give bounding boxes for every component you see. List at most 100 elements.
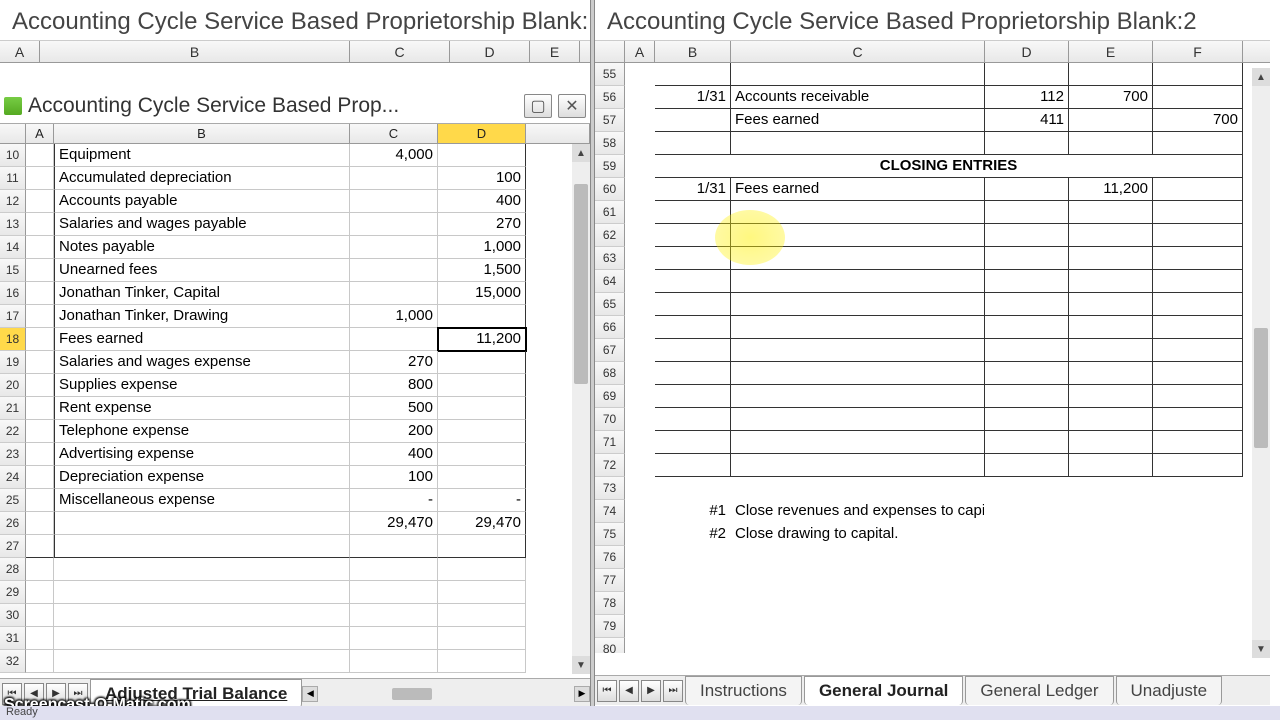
cell[interactable] <box>26 397 54 420</box>
cell[interactable] <box>655 270 731 293</box>
row-header[interactable]: 62 <box>595 224 625 247</box>
cell[interactable] <box>731 615 985 638</box>
cell[interactable] <box>985 523 1069 546</box>
cell[interactable] <box>655 362 731 385</box>
rcol-F[interactable]: F <box>1153 41 1243 62</box>
cell[interactable] <box>985 316 1069 339</box>
cell[interactable] <box>655 546 731 569</box>
row-header[interactable]: 23 <box>0 443 26 466</box>
cell[interactable] <box>26 627 54 650</box>
cell[interactable] <box>1153 339 1243 362</box>
cell[interactable]: Unearned fees <box>54 259 350 282</box>
cell[interactable]: Rent expense <box>54 397 350 420</box>
cell[interactable] <box>26 167 54 190</box>
row-header[interactable]: 65 <box>595 293 625 316</box>
cell[interactable]: 11,200 <box>438 328 526 351</box>
cell[interactable] <box>1069 201 1153 224</box>
cell[interactable] <box>625 155 655 178</box>
cell[interactable] <box>1069 385 1153 408</box>
cell[interactable] <box>655 592 731 615</box>
cell[interactable] <box>985 569 1069 592</box>
row-header[interactable]: 63 <box>595 247 625 270</box>
cell[interactable] <box>985 178 1069 201</box>
cell[interactable] <box>54 558 350 581</box>
hscroll-left-icon[interactable]: ◀ <box>302 686 318 702</box>
cell[interactable] <box>26 489 54 512</box>
cell[interactable] <box>26 512 54 535</box>
cell[interactable] <box>625 132 655 155</box>
cell[interactable] <box>350 535 438 558</box>
cell[interactable] <box>26 282 54 305</box>
cell[interactable] <box>625 523 655 546</box>
cell[interactable] <box>985 63 1069 86</box>
cell[interactable]: Fees earned <box>731 109 985 132</box>
cell[interactable] <box>625 454 655 477</box>
cell[interactable] <box>625 316 655 339</box>
cell[interactable] <box>350 236 438 259</box>
rtab-nav-last-icon[interactable]: ⏭ <box>663 680 683 702</box>
cell[interactable] <box>350 627 438 650</box>
row-header[interactable]: 74 <box>595 500 625 523</box>
row-header[interactable]: 71 <box>595 431 625 454</box>
cell[interactable] <box>438 420 526 443</box>
cell[interactable] <box>625 63 655 86</box>
cell[interactable] <box>26 144 54 167</box>
cell[interactable] <box>438 535 526 558</box>
cell[interactable] <box>655 224 731 247</box>
cell[interactable] <box>350 604 438 627</box>
cell[interactable] <box>1153 86 1243 109</box>
cell[interactable] <box>1069 431 1153 454</box>
row-header[interactable]: 77 <box>595 569 625 592</box>
cell[interactable] <box>655 339 731 362</box>
cell[interactable] <box>350 650 438 673</box>
cell[interactable] <box>625 500 655 523</box>
row-header[interactable]: 75 <box>595 523 625 546</box>
row-header[interactable]: 22 <box>0 420 26 443</box>
row-header[interactable]: 32 <box>0 650 26 673</box>
cell[interactable] <box>26 443 54 466</box>
cell[interactable] <box>26 190 54 213</box>
cell[interactable] <box>26 604 54 627</box>
row-header[interactable]: 59 <box>595 155 625 178</box>
cell[interactable] <box>1069 615 1153 638</box>
cell[interactable] <box>625 224 655 247</box>
cell[interactable]: #1 <box>655 500 731 523</box>
cell[interactable] <box>625 569 655 592</box>
cell[interactable] <box>731 638 985 653</box>
cell[interactable] <box>1069 408 1153 431</box>
cell[interactable]: 15,000 <box>438 282 526 305</box>
row-header[interactable]: 69 <box>595 385 625 408</box>
rcol-C[interactable]: C <box>731 41 985 62</box>
cell[interactable]: 200 <box>350 420 438 443</box>
vscroll[interactable]: ▲ ▼ <box>572 144 590 674</box>
cell[interactable]: Salaries and wages expense <box>54 351 350 374</box>
r-vscroll-down-icon[interactable]: ▼ <box>1252 640 1270 658</box>
cell[interactable] <box>438 604 526 627</box>
row-header[interactable]: 61 <box>595 201 625 224</box>
cell[interactable]: 100 <box>350 466 438 489</box>
cell[interactable] <box>655 477 731 500</box>
cell[interactable] <box>1153 201 1243 224</box>
cell[interactable] <box>731 431 985 454</box>
cell[interactable] <box>731 546 985 569</box>
cell[interactable]: Equipment <box>54 144 350 167</box>
row-header[interactable]: 29 <box>0 581 26 604</box>
cell[interactable] <box>54 650 350 673</box>
cell[interactable] <box>1069 132 1153 155</box>
cell[interactable] <box>985 339 1069 362</box>
cell[interactable] <box>1069 362 1153 385</box>
sheet-tab[interactable]: Instructions <box>685 676 802 705</box>
cell[interactable]: 500 <box>350 397 438 420</box>
row-header[interactable]: 73 <box>595 477 625 500</box>
cell[interactable]: Advertising expense <box>54 443 350 466</box>
rtab-nav-prev-icon[interactable]: ◀ <box>619 680 639 702</box>
cell[interactable] <box>625 247 655 270</box>
cell[interactable] <box>731 224 985 247</box>
row-header[interactable]: 72 <box>595 454 625 477</box>
cell[interactable]: Telephone expense <box>54 420 350 443</box>
cell[interactable] <box>26 535 54 558</box>
sheet-tab[interactable]: Unadjuste <box>1116 676 1223 705</box>
cell[interactable] <box>731 293 985 316</box>
cell[interactable]: 100 <box>438 167 526 190</box>
row-header[interactable]: 16 <box>0 282 26 305</box>
